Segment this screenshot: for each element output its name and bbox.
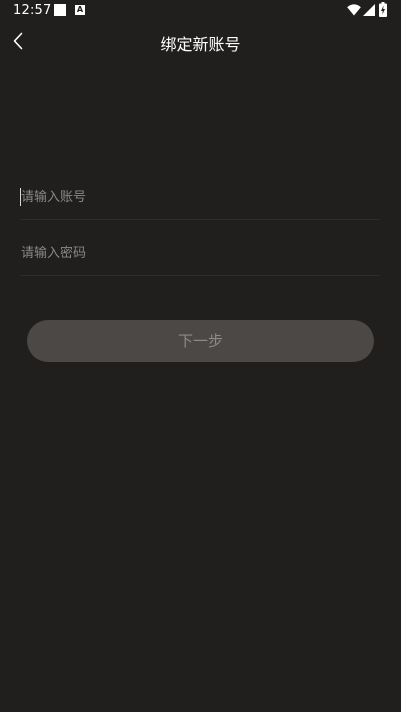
notification-square-icon bbox=[54, 4, 66, 16]
header: 绑定新账号 bbox=[0, 22, 401, 62]
text-cursor bbox=[20, 188, 21, 206]
wifi-icon bbox=[347, 4, 361, 16]
account-input[interactable] bbox=[20, 175, 381, 219]
status-bar: 12:57 A bbox=[0, 0, 401, 22]
next-step-button[interactable]: 下一步 bbox=[27, 320, 374, 362]
password-input[interactable] bbox=[20, 231, 381, 275]
notification-a-icon: A bbox=[75, 5, 85, 15]
battery-charging-icon bbox=[379, 2, 387, 17]
signal-icon bbox=[363, 4, 375, 16]
chevron-left-icon bbox=[13, 32, 23, 50]
account-field bbox=[20, 175, 381, 220]
back-button[interactable] bbox=[6, 26, 30, 56]
page-title: 绑定新账号 bbox=[160, 35, 241, 54]
password-field bbox=[20, 231, 381, 276]
bind-account-screen: 12:57 A 绑定新账号 下一步 bbox=[0, 0, 401, 712]
status-time: 12:57 bbox=[13, 3, 52, 18]
